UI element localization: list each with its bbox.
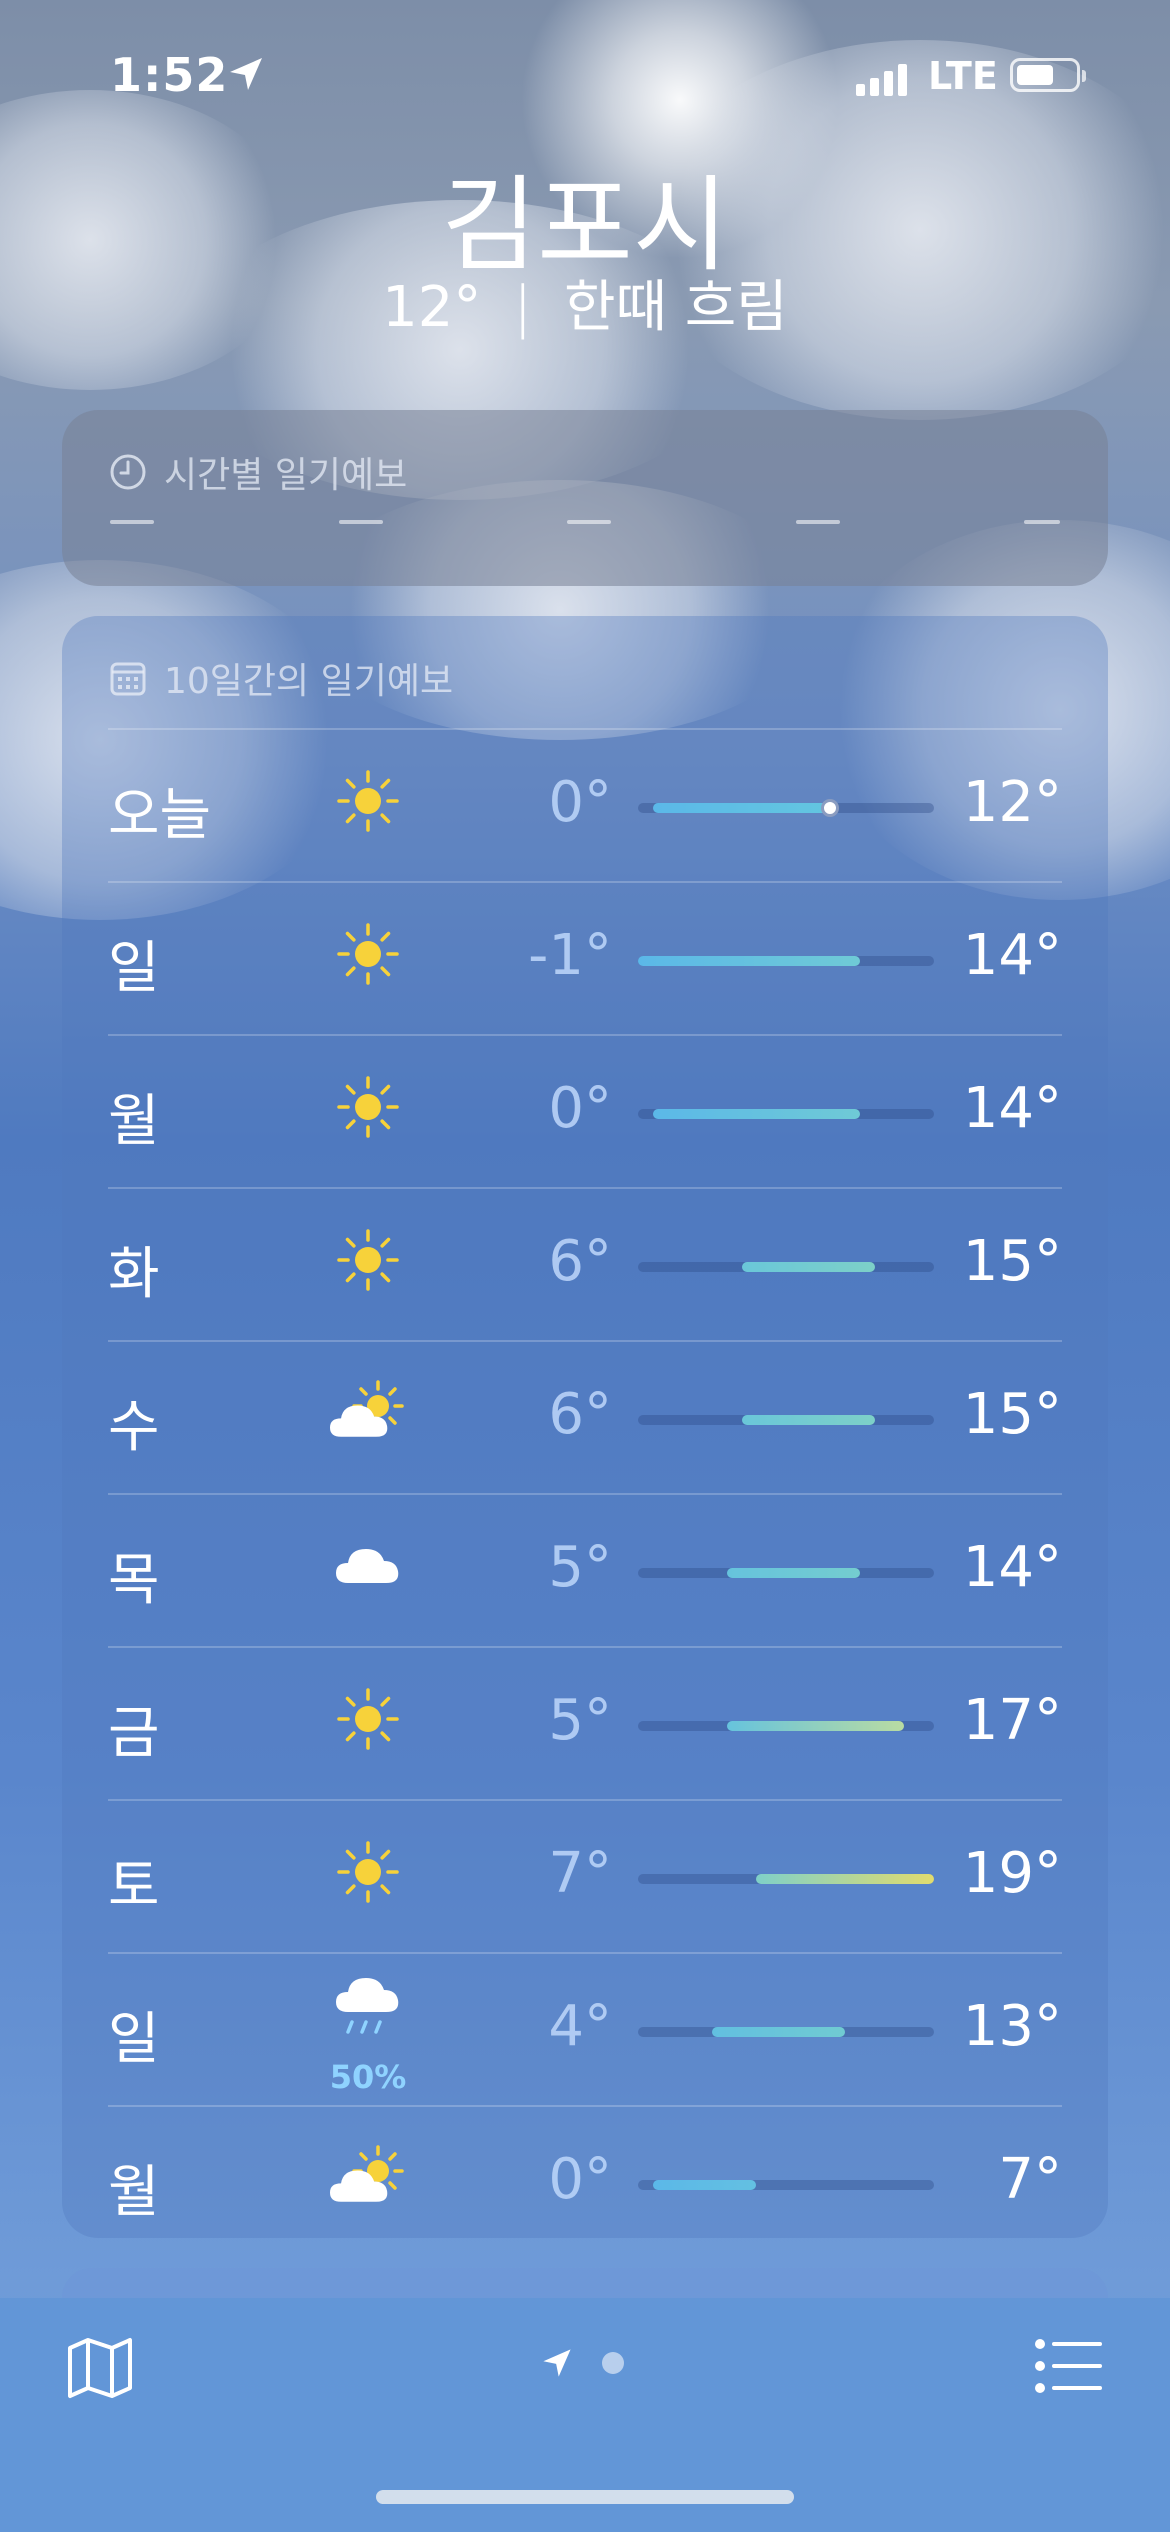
precipitation-chance: 50%: [329, 2058, 407, 2096]
temperature-range-track: [638, 956, 934, 966]
home-indicator: [376, 2490, 794, 2504]
low-temperature: 4°: [548, 1994, 612, 2059]
hourly-forecast-card[interactable]: 시간별 일기예보: [62, 410, 1108, 586]
current-temperature: 12°: [382, 275, 482, 340]
clock-icon: [110, 454, 146, 490]
status-time: 1:52: [110, 48, 229, 102]
forecast-row[interactable]: 목 5° 14°: [108, 1493, 1062, 1646]
calendar-icon: [110, 662, 146, 696]
low-temperature: 6°: [548, 1382, 612, 1447]
high-temperature: 15°: [962, 1229, 1062, 1294]
high-temperature: 12°: [962, 770, 1062, 835]
forecast-day: 오늘: [108, 783, 212, 848]
temperature-range-track: [638, 1568, 934, 1578]
forecast-day: 화: [108, 1242, 160, 1307]
temperature-range-bar: [652, 803, 831, 813]
high-temperature: 14°: [962, 1535, 1062, 1600]
temperature-range-bar: [741, 1262, 875, 1272]
location-arrow-icon[interactable]: [540, 2346, 574, 2380]
temperature-range-bar: [652, 1109, 860, 1119]
status-bar: 1:52 LTE: [0, 48, 1170, 108]
temperature-range-track: [638, 1262, 934, 1272]
temperature-range-track: [638, 1109, 934, 1119]
page-dot[interactable]: [602, 2352, 624, 2374]
temperature-range-bar: [652, 2180, 757, 2190]
forecast-row[interactable]: 수 6° 15°: [108, 1340, 1062, 1493]
low-temperature: 7°: [548, 1841, 612, 1906]
sun-icon: [328, 1684, 408, 1754]
daily-forecast-list: 오늘 0° 12° 일 -1° 14° 월 0° 14° 화 6° 15° 수 6° 15° 목 5° 14° 금 5…: [108, 728, 1062, 2258]
cloud-icon: [328, 1531, 408, 1601]
temperature-range-track: [638, 1721, 934, 1731]
forecast-day: 목: [108, 1548, 160, 1613]
temperature-range-bar: [756, 1874, 934, 1884]
low-temperature: -1°: [528, 923, 612, 988]
high-temperature: 13°: [962, 1994, 1062, 2059]
forecast-day: 일: [108, 2007, 160, 2072]
low-temperature: 5°: [548, 1535, 612, 1600]
temperature-range-track: [638, 2027, 934, 2037]
forecast-day: 금: [108, 1701, 160, 1766]
hourly-forecast-title: 시간별 일기예보: [164, 455, 408, 496]
daily-forecast-title: 10일간의 일기예보: [164, 661, 454, 702]
low-temperature: 0°: [548, 770, 612, 835]
high-temperature: 17°: [962, 1688, 1062, 1753]
partly-cloudy-icon: [328, 2143, 408, 2213]
forecast-row[interactable]: 화 6° 15°: [108, 1187, 1062, 1340]
low-temperature: 0°: [548, 1076, 612, 1141]
signal-strength-icon: [856, 62, 907, 96]
temperature-range-track: [638, 1415, 934, 1425]
sun-icon: [328, 919, 408, 989]
forecast-day: 토: [108, 1854, 160, 1919]
page-indicator[interactable]: [540, 2346, 624, 2380]
forecast-row[interactable]: 월 0° 7°: [108, 2105, 1062, 2258]
high-temperature: 14°: [962, 923, 1062, 988]
sun-icon: [328, 1225, 408, 1295]
low-temperature: 5°: [548, 1688, 612, 1753]
temperature-range-bar: [726, 1721, 905, 1731]
temperature-range-bar: [712, 2027, 846, 2037]
location-arrow-icon: [230, 58, 262, 90]
daily-forecast-card[interactable]: 10일간의 일기예보 오늘 0° 12° 일 -1° 14° 월 0° 14° 화 6° 15° 수 6°…: [62, 616, 1108, 2238]
sun-icon: [328, 1072, 408, 1142]
temperature-range-bar: [726, 1568, 860, 1578]
temperature-range-track: [638, 799, 934, 817]
network-type: LTE: [928, 54, 998, 98]
battery-icon: [1010, 58, 1086, 92]
forecast-row[interactable]: 금 5° 17°: [108, 1646, 1062, 1799]
list-icon[interactable]: [1034, 2338, 1104, 2394]
temperature-range-track: [638, 2180, 934, 2190]
current-summary: 12° | 한때 흐림: [0, 262, 1170, 343]
forecast-row[interactable]: 토 7° 19°: [108, 1799, 1062, 1952]
current-condition: 한때 흐림: [563, 275, 788, 340]
high-temperature: 19°: [962, 1841, 1062, 1906]
temperature-range-bar: [741, 1415, 875, 1425]
forecast-day: 일: [108, 936, 160, 1001]
temperature-range-bar: [638, 956, 860, 966]
rain-icon: [328, 1972, 408, 2042]
low-temperature: 0°: [548, 2147, 612, 2212]
summary-separator: |: [513, 275, 533, 340]
forecast-day: 월: [108, 1089, 160, 1154]
forecast-row[interactable]: 오늘 0° 12°: [108, 728, 1062, 881]
forecast-day: 월: [108, 2160, 160, 2225]
sun-icon: [328, 1837, 408, 1907]
forecast-row[interactable]: 월 0° 14°: [108, 1034, 1062, 1187]
forecast-row[interactable]: 일 -1° 14°: [108, 881, 1062, 1034]
sun-icon: [328, 766, 408, 836]
forecast-day: 수: [108, 1395, 160, 1460]
high-temperature: 7°: [998, 2147, 1062, 2212]
daily-forecast-header: 10일간의 일기예보: [108, 652, 453, 704]
temperature-range-track: [638, 1874, 934, 1884]
hourly-forecast-header: 시간별 일기예보: [108, 446, 407, 498]
map-icon[interactable]: [64, 2332, 136, 2404]
partly-cloudy-icon: [328, 1378, 408, 1448]
hourly-forecast-peek: [110, 520, 1060, 524]
forecast-row[interactable]: 일 50% 4° 13°: [108, 1952, 1062, 2105]
high-temperature: 14°: [962, 1076, 1062, 1141]
low-temperature: 6°: [548, 1229, 612, 1294]
high-temperature: 15°: [962, 1382, 1062, 1447]
current-temperature-marker: [821, 799, 840, 817]
